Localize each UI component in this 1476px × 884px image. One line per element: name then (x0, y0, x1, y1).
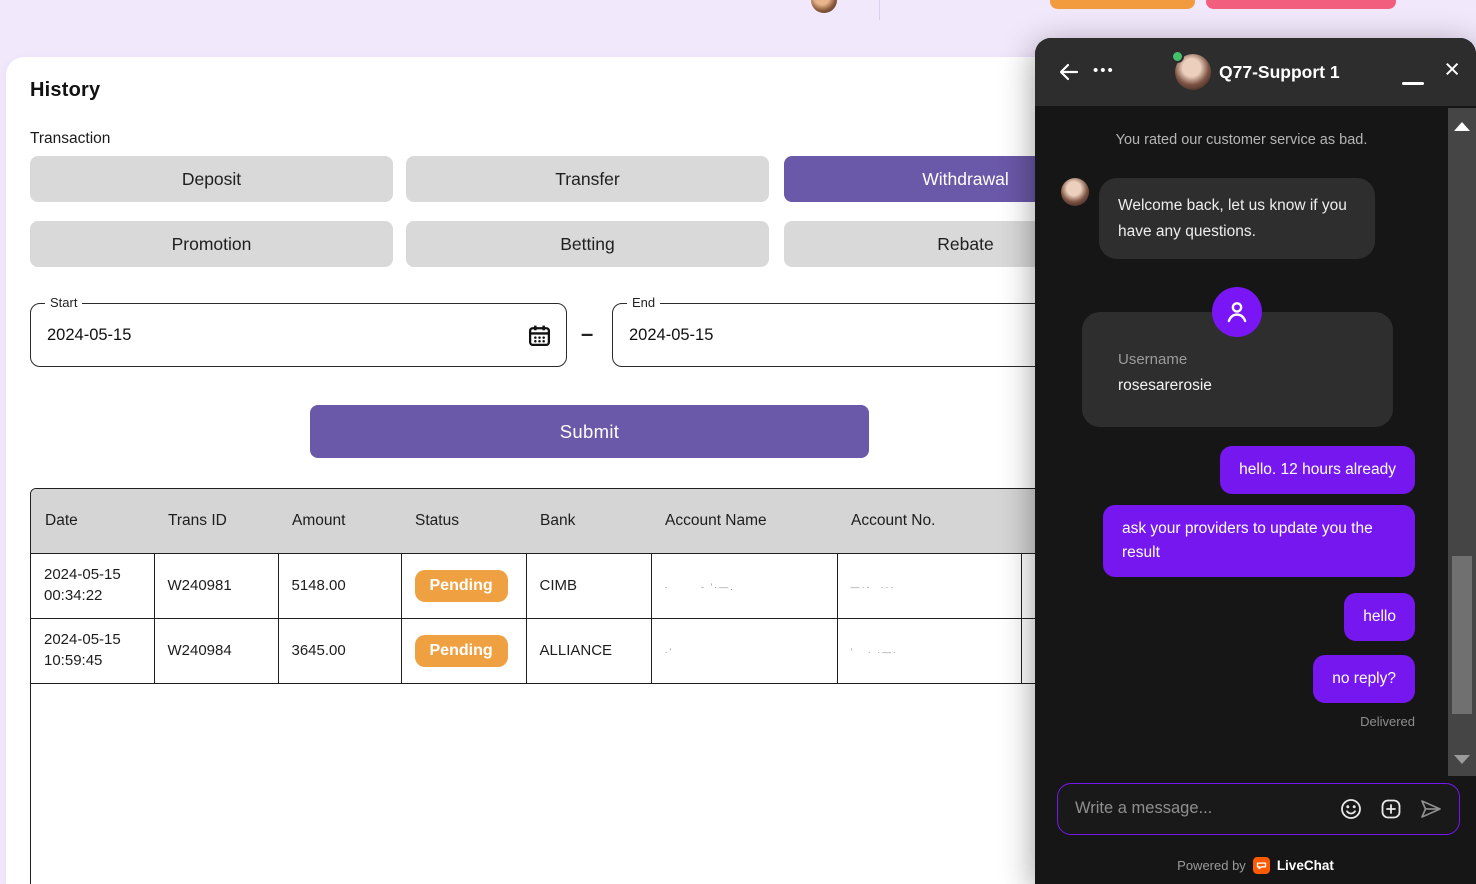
start-date-field[interactable]: Start (30, 303, 567, 367)
agent-message: Welcome back, let us know if you have an… (1099, 178, 1375, 259)
person-icon (1212, 287, 1262, 337)
rating-notice: You rated our customer service as bad. (1035, 132, 1448, 148)
tab-betting[interactable]: Betting (406, 221, 769, 267)
start-date-input[interactable] (47, 304, 467, 366)
date-range-separator: – (581, 321, 593, 347)
col-bank: Bank (526, 489, 651, 553)
cell-bank: ALLIANCE (526, 618, 651, 683)
cell-account-name: · - '·—. (651, 553, 837, 618)
submit-button[interactable]: Submit (310, 405, 869, 458)
send-icon[interactable] (1419, 797, 1443, 821)
chat-scrollbar[interactable] (1448, 108, 1476, 776)
scroll-down-icon[interactable] (1454, 755, 1470, 764)
more-options-icon[interactable]: ••• (1093, 62, 1123, 82)
username-label: Username (1118, 351, 1187, 368)
history-table: Date Trans ID Amount Status Bank Account… (30, 488, 1149, 884)
user-message: hello (1344, 593, 1415, 641)
cell-account-name: ·' (651, 618, 837, 683)
col-account-name: Account Name (651, 489, 837, 553)
chat-header: ••• Q77-Support 1 × (1035, 38, 1476, 106)
chat-footer: Powered by LiveChat (1035, 857, 1476, 874)
emoji-icon[interactable] (1339, 797, 1363, 821)
delivery-status: Delivered (1360, 714, 1415, 729)
tab-promotion[interactable]: Promotion (30, 221, 393, 267)
chat-agent-name: Q77-Support 1 (1219, 62, 1340, 83)
topbar-orange-button[interactable] (1050, 0, 1195, 9)
table-row: 2024-05-15 00:34:22 W240981 5148.00 Pend… (31, 553, 1149, 618)
minimize-icon[interactable] (1402, 82, 1424, 85)
cell-trans-id: W240984 (154, 618, 278, 683)
attachment-icon[interactable] (1379, 797, 1403, 821)
cell-account-no: —·- ··· (837, 553, 1021, 618)
tab-deposit[interactable]: Deposit (30, 156, 393, 202)
livechat-logo-icon[interactable] (1253, 857, 1270, 874)
message-input-box[interactable] (1057, 783, 1460, 835)
status-badge: Pending (415, 570, 508, 602)
user-avatar[interactable] (811, 0, 837, 13)
livechat-widget: ••• Q77-Support 1 × You rated our custom… (1035, 38, 1476, 884)
col-trans-id: Trans ID (154, 489, 278, 553)
username-value: rosesarerosie (1118, 377, 1212, 395)
user-message: hello. 12 hours already (1220, 446, 1415, 494)
message-input[interactable] (1075, 785, 1325, 831)
cell-bank: CIMB (526, 553, 651, 618)
cell-date: 2024-05-15 10:59:45 (31, 618, 154, 683)
col-amount: Amount (278, 489, 401, 553)
page: History Transaction Deposit Transfer Wit… (0, 0, 1476, 884)
back-icon[interactable] (1057, 60, 1081, 84)
cell-amount: 3645.00 (278, 618, 401, 683)
cell-trans-id: W240981 (154, 553, 278, 618)
cell-account-no: ' · ·—· (837, 618, 1021, 683)
agent-message-avatar (1061, 178, 1089, 206)
col-date: Date (31, 489, 154, 553)
status-badge: Pending (415, 635, 508, 667)
calendar-icon[interactable] (527, 323, 552, 348)
cell-amount: 5148.00 (278, 553, 401, 618)
scroll-up-icon[interactable] (1454, 122, 1470, 131)
powered-by-text: Powered by (1177, 858, 1246, 873)
tab-transfer[interactable]: Transfer (406, 156, 769, 202)
table-header-row: Date Trans ID Amount Status Bank Account… (31, 489, 1149, 553)
topbar-divider (879, 0, 880, 20)
livechat-brand-link[interactable]: LiveChat (1277, 858, 1334, 873)
end-date-input[interactable] (629, 304, 1049, 366)
close-icon[interactable]: × (1444, 56, 1460, 83)
user-message: ask your providers to update you the res… (1103, 505, 1415, 577)
scrollbar-thumb[interactable] (1452, 556, 1472, 714)
cell-date: 2024-05-15 00:34:22 (31, 553, 154, 618)
page-title: History (30, 79, 100, 102)
col-account-no: Account No. (837, 489, 1021, 553)
table-row: 2024-05-15 10:59:45 W240984 3645.00 Pend… (31, 618, 1149, 683)
user-message: no reply? (1313, 655, 1415, 703)
topbar-pink-button[interactable] (1206, 0, 1396, 9)
transaction-section-label: Transaction (30, 130, 110, 148)
online-status-dot (1171, 50, 1184, 63)
cell-status: Pending (401, 618, 526, 683)
col-status: Status (401, 489, 526, 553)
cell-status: Pending (401, 553, 526, 618)
transaction-tabs: Deposit Transfer Withdrawal Promotion Be… (30, 156, 1153, 267)
